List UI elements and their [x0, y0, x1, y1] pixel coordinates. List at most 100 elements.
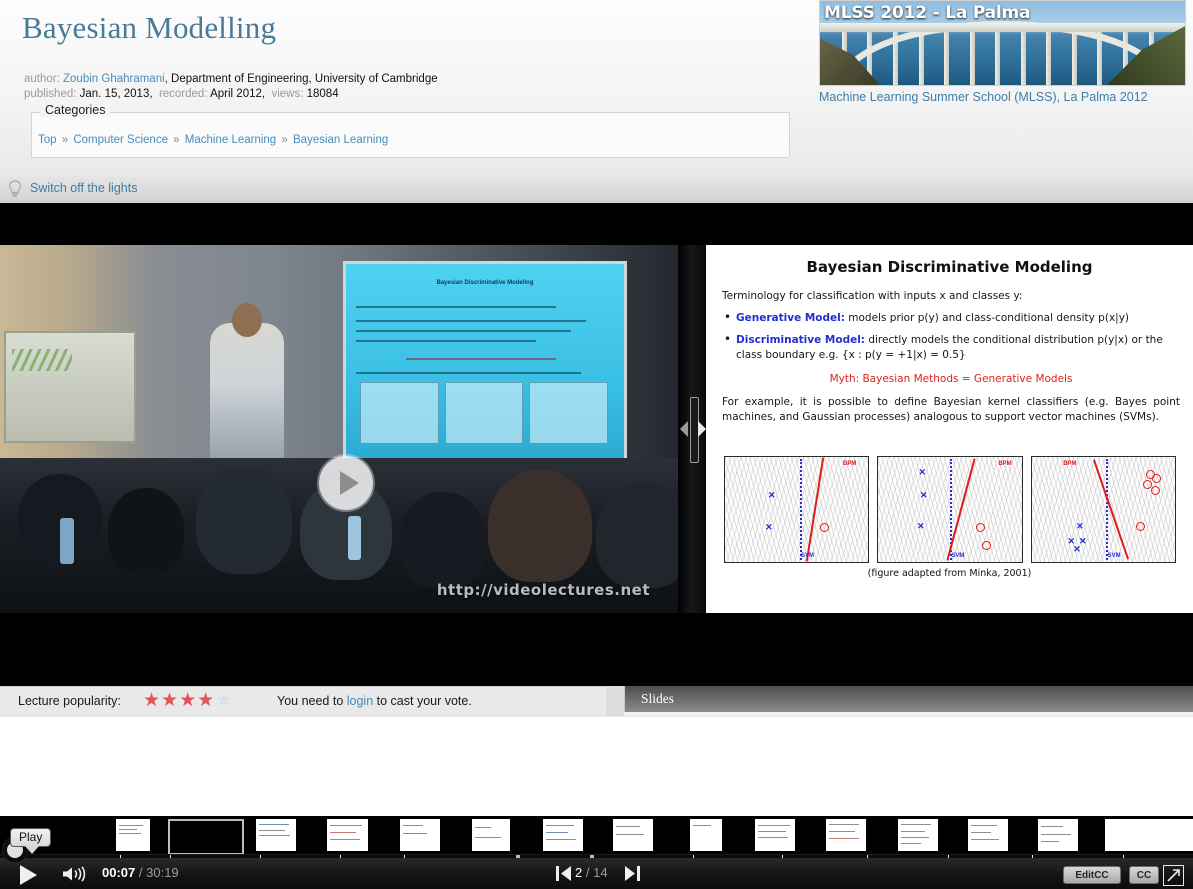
svm-label: SVM: [800, 553, 814, 559]
fullscreen-icon[interactable]: [1163, 865, 1184, 886]
thumbnail-7[interactable]: [543, 819, 583, 851]
vote-prefix: You need to: [277, 694, 347, 708]
star-half[interactable]: ★: [215, 690, 233, 711]
video-panel[interactable]: Bayesian Discriminative Modeling http://…: [0, 245, 692, 613]
slide-figures: BPM SVM ✕ ✕ BPM SVM ✕ ✕ ✕ BPM SVM ✕ ✕ ✕ …: [724, 456, 1176, 563]
volume-icon[interactable]: [62, 866, 92, 882]
bullet-text: models prior p(y) and class-conditional …: [844, 312, 1130, 324]
categories-legend: Categories: [40, 103, 111, 117]
thumbnail-1[interactable]: [116, 819, 150, 851]
bullet-term: Generative Model:: [736, 312, 845, 324]
thumbnail-9[interactable]: [690, 819, 722, 851]
slide-myth-line: Myth: Bayesian Methods = Generative Mode…: [722, 372, 1180, 387]
class-marker-x: ✕: [767, 489, 776, 500]
collapse-left-icon[interactable]: [680, 421, 688, 437]
thumbnail-end[interactable]: [1105, 819, 1193, 851]
projected-figures: [360, 382, 609, 444]
slide-bullet-discriminative: Discriminative Model: directly models th…: [722, 332, 1180, 363]
thumbnail-14[interactable]: [1038, 819, 1078, 851]
breadcrumb-item-top[interactable]: Top: [38, 134, 57, 146]
video-player: Bayesian Discriminative Modeling http://…: [0, 203, 1193, 889]
bullet-term: Discriminative Model:: [736, 334, 866, 346]
class-marker-o: [981, 541, 991, 550]
slide-title: Bayesian Discriminative Modeling: [806, 258, 1093, 276]
thumbnail-13[interactable]: [968, 819, 1008, 851]
speaker-body: [210, 323, 284, 473]
slide-thumbnail-strip[interactable]: [0, 816, 1193, 855]
vote-hint: You need to login to cast your vote.: [277, 694, 472, 708]
slide-body: Terminology for classification with inpu…: [722, 289, 1180, 425]
svm-label: SVM: [1107, 553, 1121, 559]
star-full[interactable]: ★: [197, 690, 215, 711]
time-display: 00:07 / 30:19: [102, 865, 179, 880]
footer-left-pad: [606, 686, 624, 716]
class-marker-x: ✕: [918, 466, 926, 477]
next-slide-icon[interactable]: [624, 865, 640, 882]
breadcrumb-item-computer-science[interactable]: Computer Science: [73, 134, 168, 146]
thumbnail-10[interactable]: [755, 819, 795, 851]
collapse-right-icon[interactable]: [698, 421, 706, 437]
slide-separator: /: [585, 865, 590, 880]
slide-current: 2: [575, 865, 583, 880]
thumbnail-2-selected[interactable]: [168, 819, 244, 855]
class-marker-x: ✕: [919, 489, 928, 500]
class-marker-o: [975, 523, 985, 533]
panel-splitter[interactable]: [678, 245, 706, 613]
slide-bullet-generative: Generative Model: models prior p(y) and …: [722, 310, 1180, 326]
slides-tabbar-underline: [624, 712, 1193, 716]
thumbnail-8[interactable]: [613, 819, 653, 851]
breadcrumb-item-bayesian-learning[interactable]: Bayesian Learning: [293, 134, 388, 146]
rating-stars[interactable]: ★★★★★: [143, 691, 233, 710]
thumbnail-5[interactable]: [400, 819, 440, 851]
cc-button[interactable]: CC: [1129, 866, 1159, 884]
star-full[interactable]: ★: [179, 690, 197, 711]
total-time: 30:19: [146, 865, 179, 880]
thumbnail-11[interactable]: [826, 819, 866, 851]
play-overlay-button[interactable]: [319, 456, 373, 510]
event-banner-text: MLSS 2012 - La Palma: [824, 3, 1031, 23]
class-marker-x: ✕: [1076, 521, 1084, 532]
class-marker-o: [1150, 486, 1160, 496]
published-value: Jan. 15, 2013,: [79, 88, 153, 100]
breadcrumb-separator: »: [61, 134, 69, 146]
videolectures-page: Bayesian Modelling author: Zoubin Ghahra…: [0, 0, 1193, 889]
login-link[interactable]: login: [347, 694, 373, 708]
play-tooltip: Play: [10, 828, 52, 854]
event-title[interactable]: Machine Learning Summer School (MLSS), L…: [819, 89, 1169, 105]
event-title-link[interactable]: Machine Learning Summer School (MLSS), L…: [819, 90, 1148, 104]
switch-lights-label[interactable]: Switch off the lights: [30, 181, 137, 195]
video-watermark: http://videolectures.net: [436, 581, 650, 599]
tab-slides[interactable]: Slides: [641, 691, 674, 707]
breadcrumb-separator: »: [173, 134, 180, 146]
star-full[interactable]: ★: [161, 690, 179, 711]
editcc-button[interactable]: EditCC: [1063, 866, 1121, 884]
slide-counter: 2 / 14: [575, 865, 608, 880]
svm-label: SVM: [951, 553, 965, 559]
projected-slide: Bayesian Discriminative Modeling: [343, 261, 627, 472]
sampled-boundaries: [725, 457, 869, 562]
slide-myth: Myth: Bayesian Methods = Generative Mode…: [829, 373, 1073, 385]
whiteboard: [4, 331, 136, 443]
star-full[interactable]: ★: [143, 690, 161, 711]
thumbnail-6[interactable]: [472, 819, 510, 851]
speaker-head: [232, 303, 262, 337]
recorded-label: recorded:: [158, 88, 208, 100]
player-stage: Bayesian Discriminative Modeling http://…: [0, 203, 1193, 613]
class-marker-x: ✕: [765, 522, 773, 533]
slide-panel[interactable]: Bayesian Discriminative Modeling Termino…: [706, 245, 1193, 613]
thumbnail-12[interactable]: [898, 819, 938, 851]
thumbnail-3[interactable]: [256, 819, 296, 851]
switch-lights-bar[interactable]: Switch off the lights: [0, 176, 1193, 204]
thumbnail-4[interactable]: [327, 819, 368, 851]
event-banner-image: MLSS 2012 - La Palma: [819, 0, 1186, 86]
play-button[interactable]: [20, 865, 37, 885]
lightbulb-icon: [8, 180, 22, 197]
figure-caption: (figure adapted from Minka, 2001): [867, 568, 1032, 579]
bpm-label: BPM: [842, 461, 857, 467]
breadcrumb-item-machine-learning[interactable]: Machine Learning: [185, 134, 276, 146]
author-link[interactable]: Zoubin Ghahramani: [63, 73, 165, 85]
views-label: views:: [271, 88, 304, 100]
popularity-label: Lecture popularity:: [18, 694, 121, 708]
previous-slide-icon[interactable]: [556, 865, 572, 882]
lecture-metadata: author: Zoubin Ghahramani, Department of…: [24, 72, 438, 102]
